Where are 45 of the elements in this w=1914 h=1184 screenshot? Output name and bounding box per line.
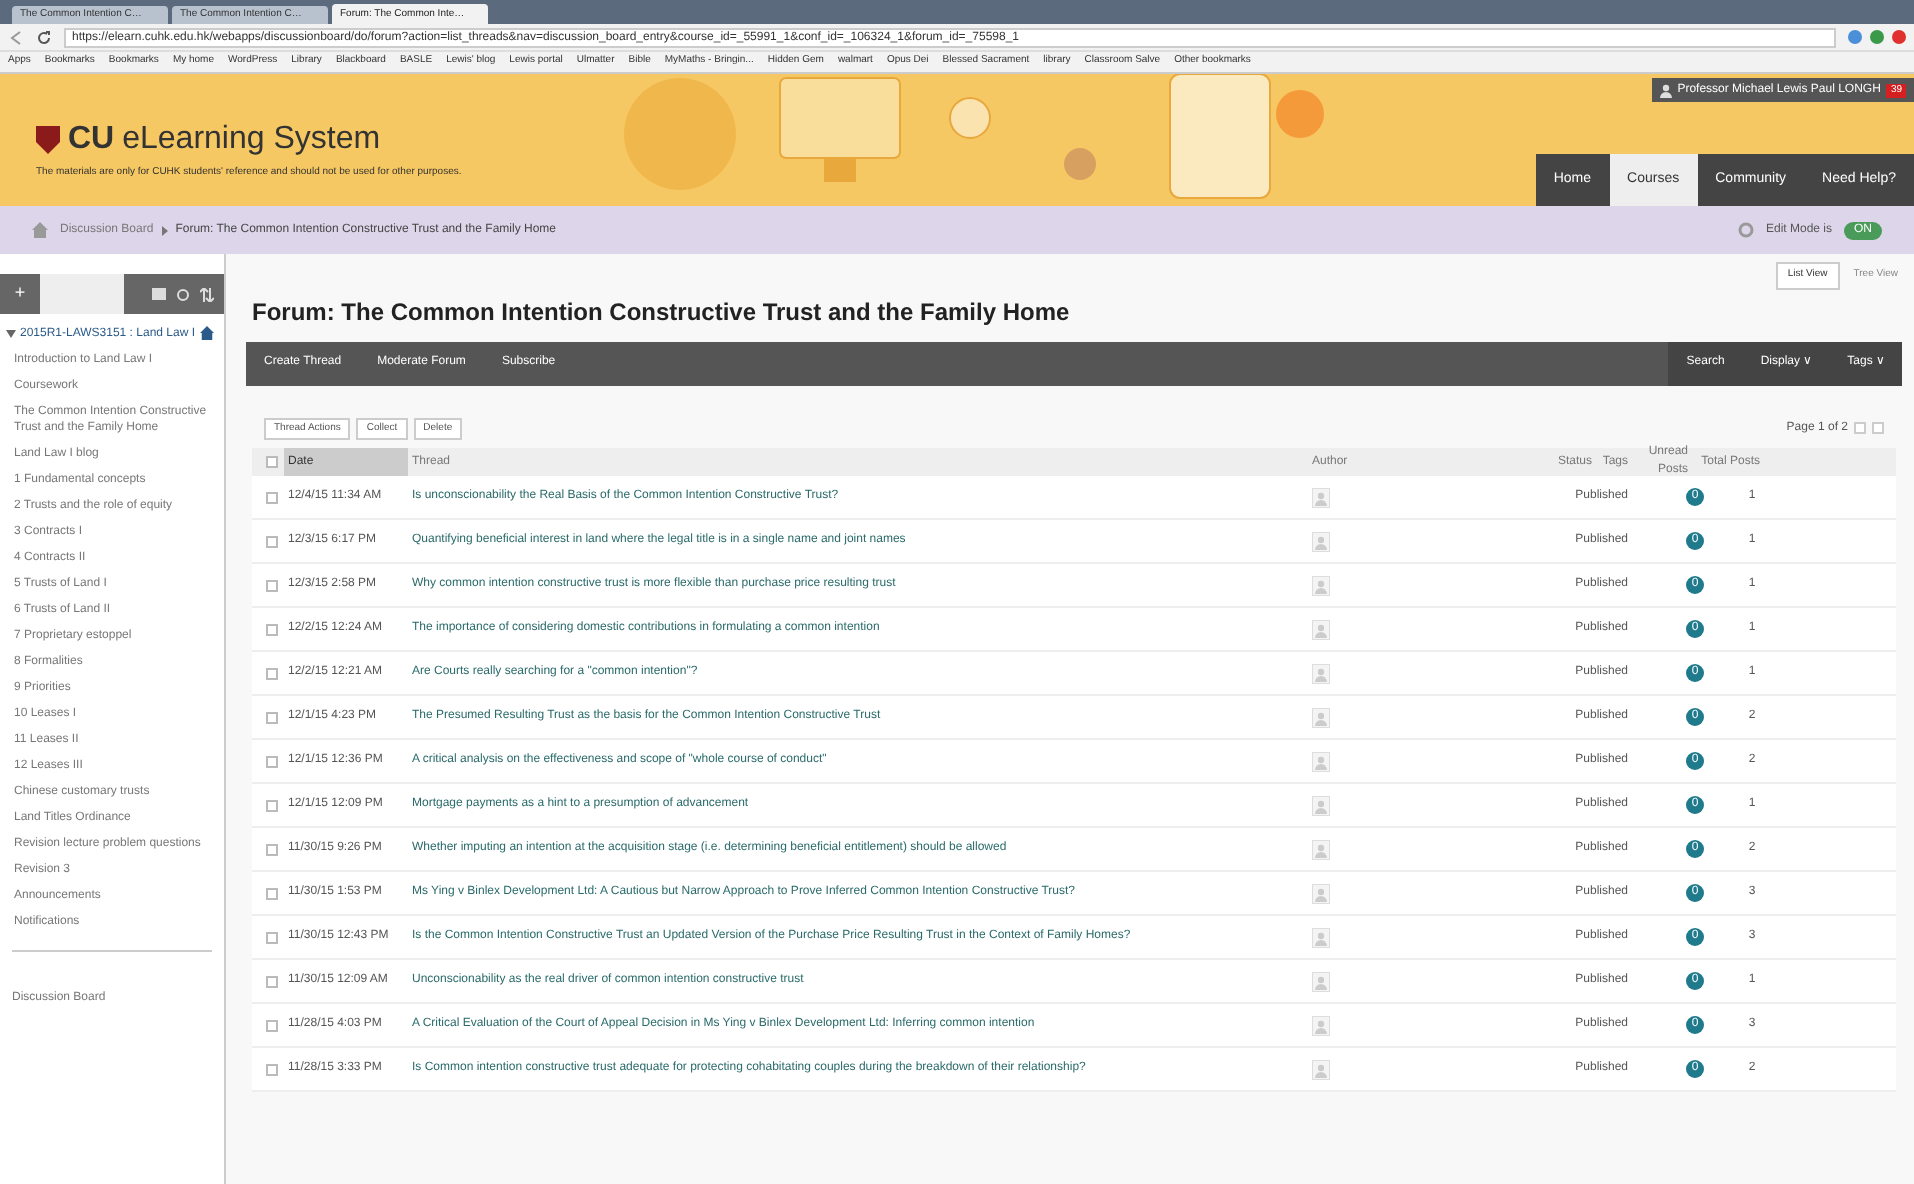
logo-mark: CU — [68, 119, 115, 160]
page-next-button[interactable] — [1872, 422, 1884, 435]
row-checkbox[interactable] — [266, 623, 278, 635]
home-icon — [199, 326, 214, 340]
forum-title: Forum: The Common Intention Constructive Trust and the Family Home — [252, 295, 1072, 329]
avatar-icon — [1312, 487, 1330, 507]
back-icon[interactable] — [8, 29, 24, 45]
avatar-icon — [1312, 927, 1330, 947]
user-icon — [1659, 83, 1672, 97]
avatar-icon — [1312, 575, 1330, 595]
avatar-icon — [1312, 707, 1330, 727]
avatar-icon — [1312, 795, 1330, 815]
select-all-checkbox[interactable] — [266, 456, 278, 468]
home-icon[interactable] — [32, 222, 48, 238]
avatar-icon — [1312, 751, 1330, 771]
avatar-icon — [1312, 619, 1330, 639]
row-checkbox[interactable] — [266, 1063, 278, 1075]
sidebar-search-field[interactable] — [40, 274, 124, 314]
chevron-icon — [161, 225, 168, 235]
row-checkbox[interactable] — [266, 843, 278, 855]
avatar-icon — [1312, 1015, 1330, 1035]
collapse-icon[interactable] — [6, 330, 16, 338]
reload-icon[interactable] — [36, 29, 52, 45]
row-checkbox[interactable] — [266, 799, 278, 811]
crest-icon — [36, 125, 60, 154]
add-button[interactable]: + — [0, 280, 40, 308]
row-checkbox[interactable] — [266, 1019, 278, 1031]
row-checkbox[interactable] — [266, 711, 278, 723]
row-checkbox[interactable] — [266, 667, 278, 679]
avatar-icon — [1312, 971, 1330, 991]
sort-icon[interactable] — [200, 287, 214, 301]
logo-title: eLearning System — [122, 119, 381, 160]
avatar-icon — [1312, 663, 1330, 683]
row-checkbox[interactable] — [266, 931, 278, 943]
avatar-icon — [1312, 839, 1330, 859]
row-checkbox[interactable] — [266, 887, 278, 899]
row-checkbox[interactable] — [266, 975, 278, 987]
row-checkbox[interactable] — [266, 491, 278, 503]
avatar-icon — [1312, 1059, 1330, 1079]
row-checkbox[interactable] — [266, 535, 278, 547]
row-checkbox[interactable] — [266, 755, 278, 767]
row-checkbox[interactable] — [266, 579, 278, 591]
page-prev-button[interactable] — [1854, 422, 1866, 435]
avatar-icon — [1312, 531, 1330, 551]
avatar-icon — [1312, 883, 1330, 903]
